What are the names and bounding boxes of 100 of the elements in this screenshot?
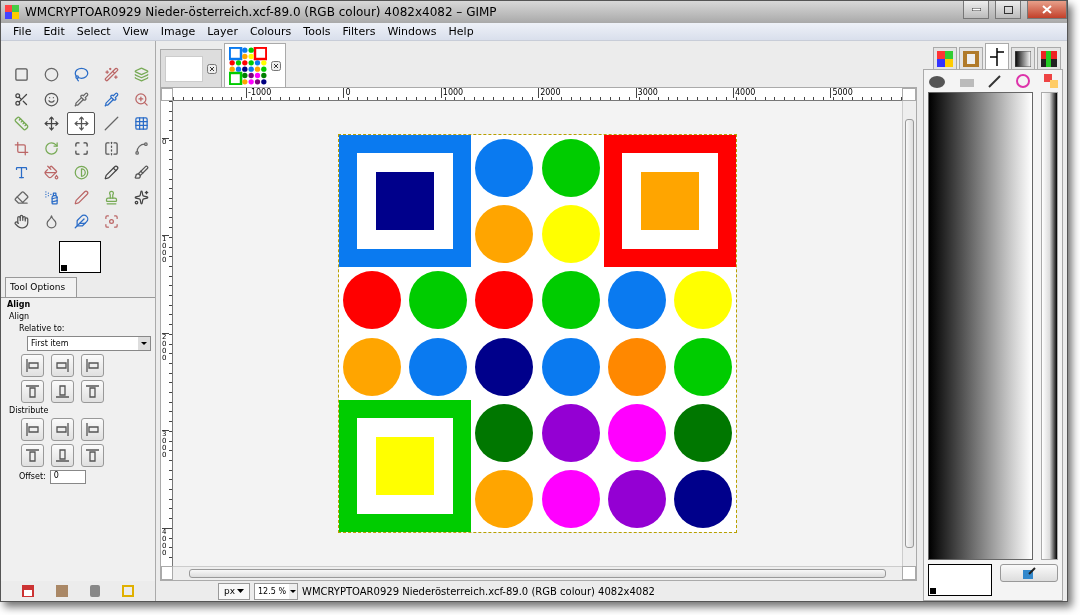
- tool-icon: [13, 67, 29, 82]
- ruler-label: 5000: [830, 88, 853, 98]
- align-icon: [55, 447, 70, 463]
- close-button[interactable]: [1027, 1, 1067, 19]
- caret-icon: [289, 583, 297, 599]
- edit-icon: [1022, 567, 1036, 579]
- vertical-scrollbar[interactable]: [902, 101, 916, 566]
- align-icon: [85, 447, 100, 463]
- align-icon: [25, 357, 40, 373]
- status-text: WMCRYPTOAR0929 Niederösterreich.xcf-89.0 (RGB colour) 4082x4082: [302, 585, 655, 597]
- tool-icon: [133, 67, 149, 82]
- color-swatch[interactable]: [928, 564, 992, 596]
- edit-button[interactable]: [1000, 564, 1058, 582]
- tool-options-tab[interactable]: Tool Options: [5, 276, 77, 297]
- align-icon: [85, 421, 100, 437]
- caret-icon: [138, 336, 150, 350]
- align-button[interactable]: [81, 353, 104, 377]
- ruler-corner[interactable]: [161, 88, 173, 101]
- ruler-label: 4000: [733, 88, 756, 98]
- unit-dropdown[interactable]: px: [218, 582, 250, 600]
- distribute-button[interactable]: [81, 417, 104, 441]
- menu-item[interactable]: Layer: [201, 25, 244, 38]
- save-icon[interactable]: [22, 585, 34, 597]
- tool-icon: [13, 140, 29, 156]
- relative-dropdown[interactable]: First item: [27, 335, 151, 351]
- menu-item[interactable]: Image: [154, 25, 202, 38]
- paths-tab[interactable]: [985, 43, 1009, 69]
- tool-icon: [103, 116, 119, 131]
- minimize-button[interactable]: [963, 1, 989, 19]
- horizontal-scrollbar[interactable]: [173, 566, 902, 580]
- offset-label: Offset:: [19, 472, 46, 481]
- color-swatch[interactable]: [59, 240, 101, 273]
- tool-icon: [13, 165, 29, 180]
- align-button[interactable]: [21, 353, 44, 377]
- app-icon: [5, 5, 19, 19]
- menu-item[interactable]: File: [7, 25, 38, 38]
- menu-item[interactable]: Colours: [243, 25, 298, 38]
- quick-mask-button[interactable]: [161, 566, 173, 580]
- minimize-icon: [971, 8, 981, 11]
- align-icon: [55, 421, 70, 437]
- tool-icon: [13, 116, 29, 131]
- caret-icon: [237, 589, 244, 593]
- colors-icon[interactable]: [1044, 74, 1058, 88]
- gradient-tab[interactable]: [1011, 47, 1035, 69]
- menu-item[interactable]: View: [116, 25, 155, 38]
- align-icon: [55, 357, 70, 373]
- tool-icon: [73, 116, 89, 131]
- distribute-button[interactable]: [51, 417, 74, 441]
- ruler-label: -1000: [246, 88, 272, 98]
- align-icon: [25, 447, 40, 463]
- close-icon[interactable]: [271, 60, 281, 71]
- align-button[interactable]: [51, 353, 74, 377]
- tool-icon: [73, 67, 89, 82]
- tool-icon: [103, 67, 119, 82]
- palette-tab[interactable]: [933, 47, 957, 69]
- tool-icon: [13, 214, 29, 229]
- image-tab[interactable]: [224, 43, 286, 87]
- align-button[interactable]: [21, 379, 44, 403]
- maximize-button[interactable]: [995, 1, 1021, 19]
- align-button[interactable]: [81, 379, 104, 403]
- zoom-field[interactable]: 12.5 %: [254, 582, 298, 600]
- window-title: WMCRYPTOAR0929 Nieder-österreich.xcf-89.0 (RGB colour) 4082x4082 – GIMP: [25, 5, 498, 19]
- tool-button[interactable]: [67, 112, 95, 135]
- section-label: Distribute: [9, 405, 50, 415]
- image-thumbnail: [229, 46, 267, 85]
- distribute-button[interactable]: [51, 443, 74, 467]
- tool-icon: [133, 116, 149, 131]
- gradient-icon: [1015, 50, 1031, 67]
- relative-label: Relative to:: [19, 323, 66, 333]
- close-icon[interactable]: [207, 63, 217, 74]
- color-chart-tab[interactable]: [1037, 47, 1061, 69]
- menu-item[interactable]: Tools: [297, 25, 337, 38]
- zoom-toggle-button[interactable]: [902, 88, 916, 101]
- distribute-button[interactable]: [21, 417, 44, 441]
- path-icon: [989, 47, 1005, 66]
- menu-item[interactable]: Edit: [37, 25, 71, 38]
- tool-icon: [103, 214, 119, 229]
- tool-icon: [43, 91, 59, 107]
- navigate-button[interactable]: [902, 566, 916, 580]
- align-button[interactable]: [51, 379, 74, 403]
- maximize-icon: [1003, 5, 1013, 14]
- tool-icon: [73, 189, 89, 205]
- tool-icon: [133, 140, 149, 156]
- tool-icon: [73, 91, 89, 107]
- menu-item[interactable]: Select: [70, 25, 117, 38]
- tool-icon: [43, 67, 59, 82]
- menu-item[interactable]: Help: [442, 25, 480, 38]
- clipboard-tab[interactable]: [959, 47, 983, 69]
- align-icon: [25, 383, 40, 399]
- distribute-button[interactable]: [81, 443, 104, 467]
- ruler-label: 2000: [538, 88, 561, 98]
- menu-item[interactable]: Filters: [336, 25, 382, 38]
- tool-icon: [43, 189, 59, 205]
- close-icon: [1042, 5, 1052, 14]
- distribute-button[interactable]: [21, 443, 44, 467]
- menu-item[interactable]: Windows: [381, 25, 443, 38]
- image-thumbnail: [165, 55, 203, 82]
- ruler-label: 0: [343, 88, 351, 98]
- tool-icon: [43, 140, 59, 156]
- offset-field[interactable]: 0: [49, 469, 86, 484]
